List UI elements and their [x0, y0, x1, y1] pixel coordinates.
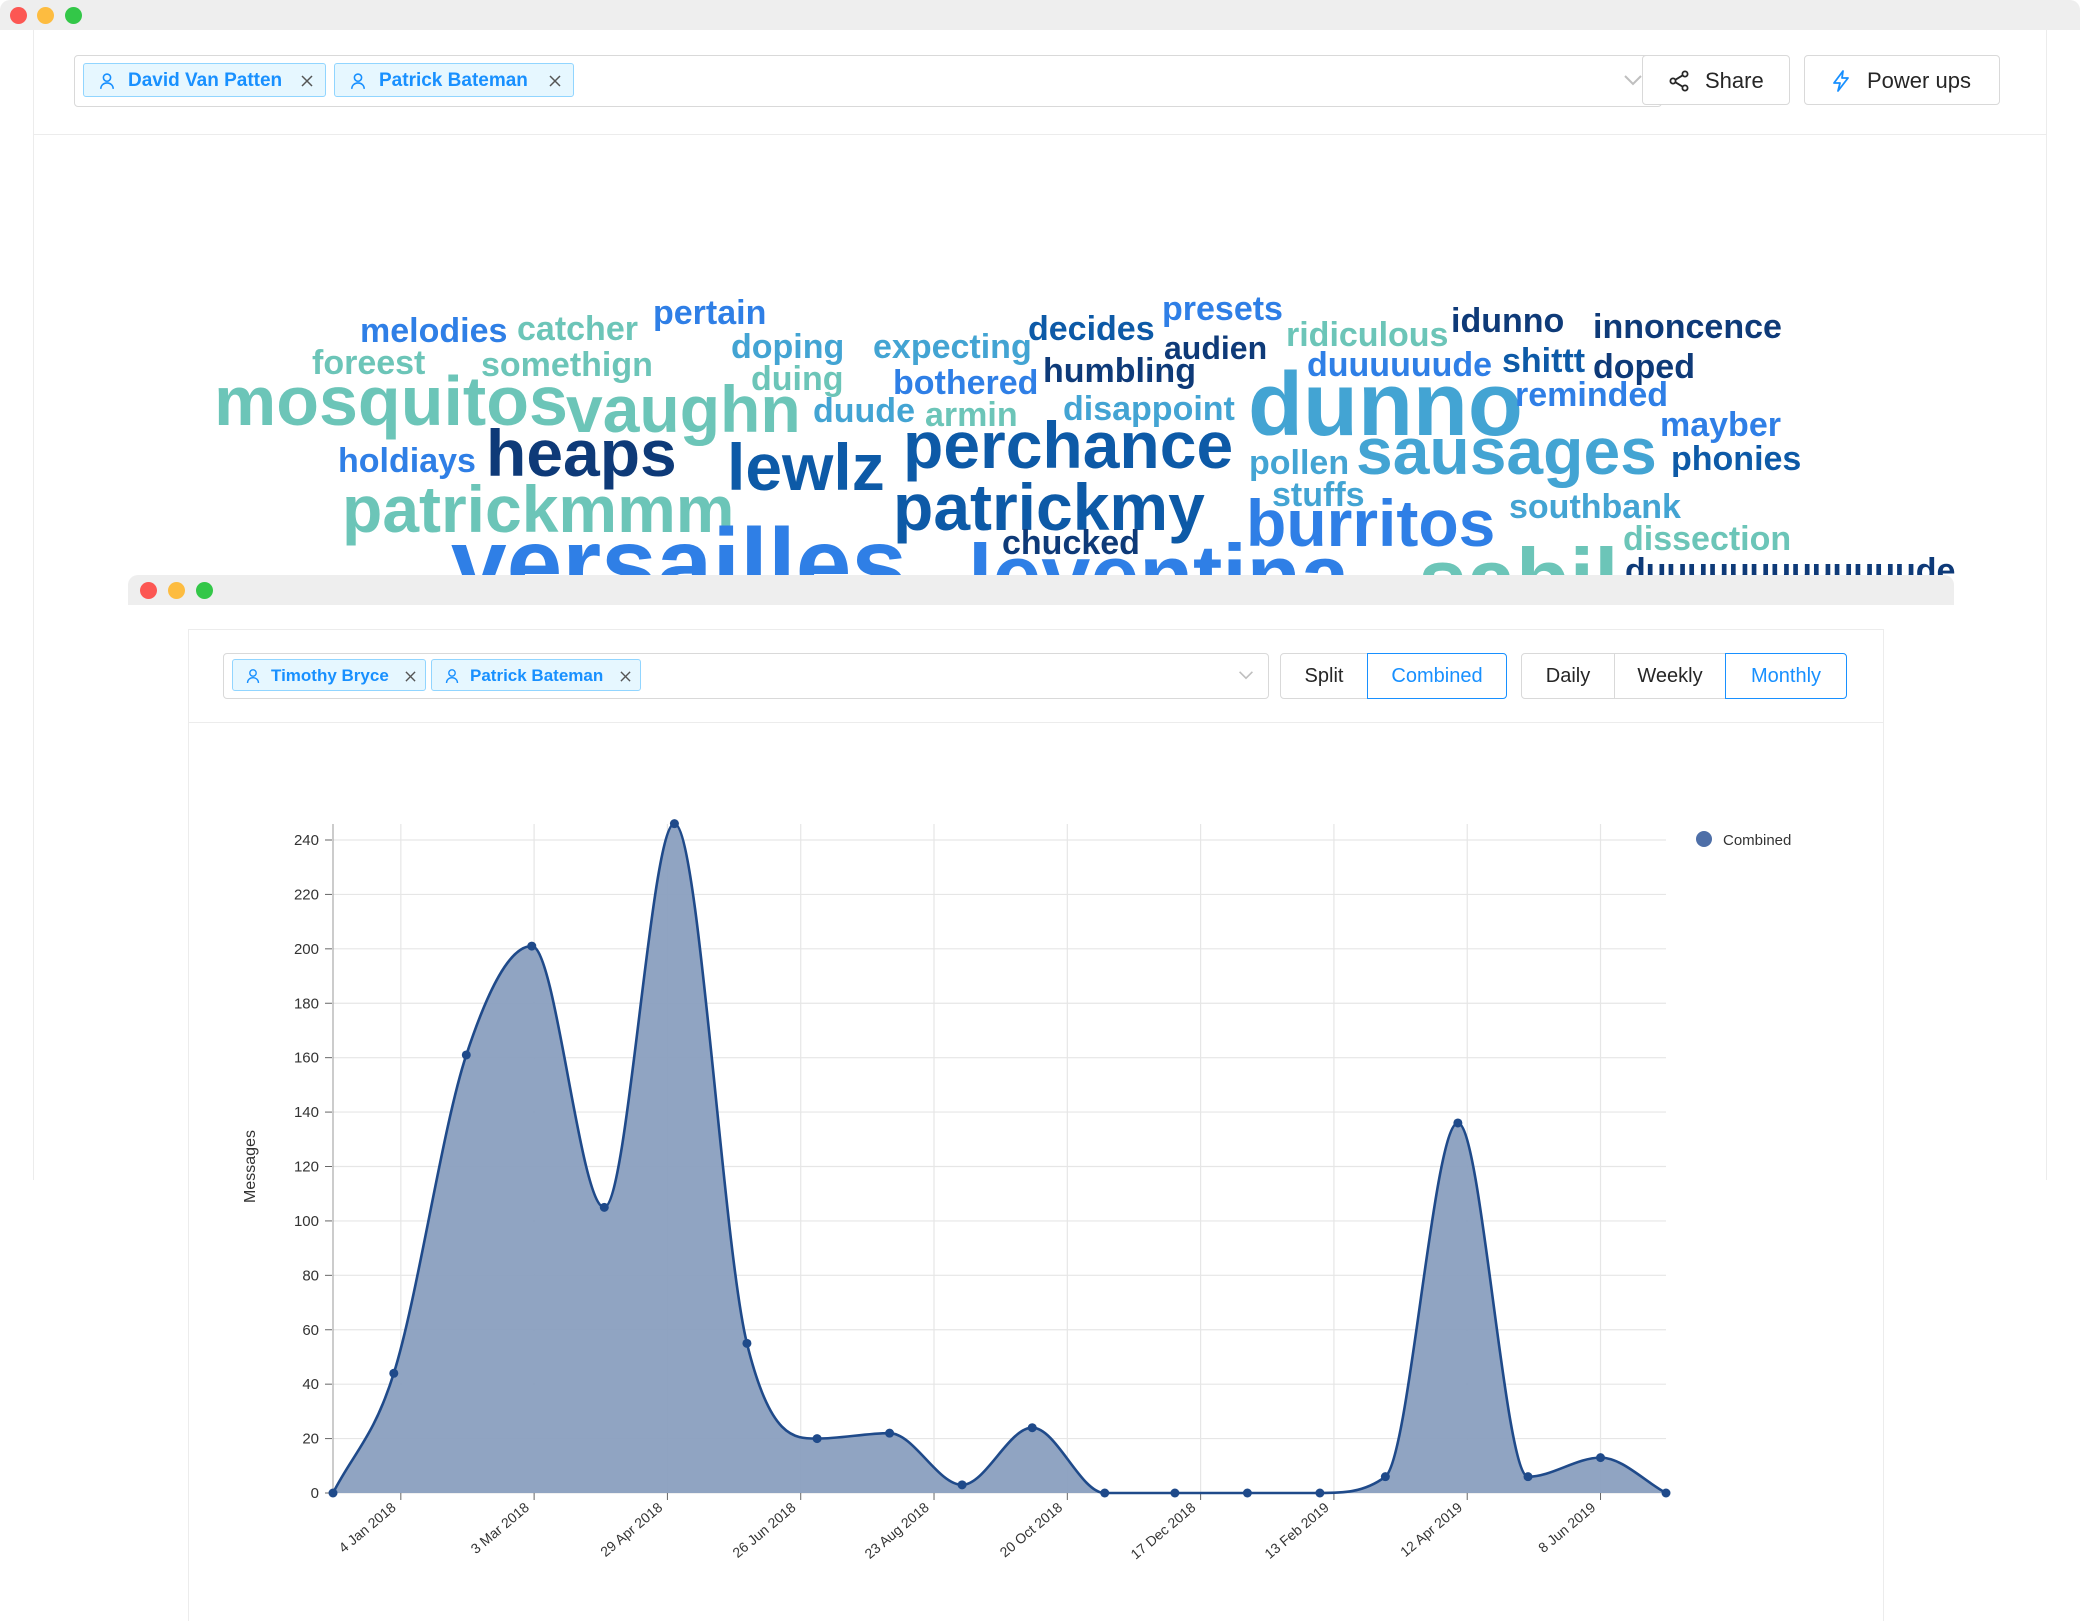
close-window-button[interactable] — [10, 7, 27, 24]
word-cloud-word: idunno — [1451, 302, 1565, 340]
word-cloud-word: reminded — [1515, 376, 1669, 414]
word-cloud-word: pertain — [653, 294, 767, 332]
window-titlebar — [0, 0, 2080, 30]
user-icon — [445, 669, 459, 684]
word-cloud-word: southbank — [1509, 488, 1681, 526]
view-mode-combined[interactable]: Combined — [1367, 653, 1507, 699]
share-button[interactable]: Share — [1642, 55, 1790, 105]
word-cloud-word: pollen — [1249, 444, 1350, 482]
word-cloud-word: mayber — [1660, 406, 1781, 444]
word-cloud-word: lewlz — [727, 430, 885, 504]
participant-tag: Timothy Bryce — [232, 659, 426, 691]
interval-daily[interactable]: Daily — [1521, 653, 1615, 699]
card-header: David Van Patten Patrick Bateman Share P… — [34, 30, 2046, 135]
power-ups-label: Power ups — [1867, 68, 1971, 93]
minimize-window-button[interactable] — [168, 582, 185, 599]
participant-tag-label: Patrick Bateman — [470, 666, 604, 685]
power-ups-button[interactable]: Power ups — [1804, 55, 2000, 105]
word-cloud-word: duude — [813, 392, 915, 430]
word-cloud-word: versailles — [451, 508, 907, 576]
chevron-down-icon[interactable] — [1623, 74, 1643, 86]
word-cloud-word: melodies — [360, 312, 508, 350]
word-cloud-word: doping — [731, 328, 845, 366]
user-icon — [351, 73, 365, 89]
word-cloud-word: catcher — [517, 310, 638, 348]
maximize-window-button[interactable] — [196, 582, 213, 599]
minimize-window-button[interactable] — [37, 7, 54, 24]
participant-tag-label: David Van Patten — [128, 70, 283, 91]
lightning-icon — [1833, 70, 1849, 92]
interval-weekly[interactable]: Weekly — [1614, 653, 1726, 699]
remove-tag-icon[interactable] — [405, 671, 416, 682]
word-cloud-word: leventina — [968, 526, 1350, 577]
user-icon — [100, 73, 114, 89]
chevron-down-icon[interactable] — [1238, 670, 1254, 680]
share-icon — [1669, 70, 1689, 92]
participant-tag: Patrick Bateman — [334, 63, 574, 97]
word-cloud-word: sabil — [1418, 536, 1619, 577]
user-icon — [246, 669, 260, 684]
participant-select[interactable]: David Van Patten Patrick Bateman — [74, 55, 1662, 107]
window-titlebar — [128, 575, 1954, 605]
remove-tag-icon[interactable] — [301, 75, 313, 87]
word-cloud-word: phonies — [1671, 440, 1802, 478]
word-cloud-word: duuuuuuuuuuuuude — [1625, 552, 1956, 576]
word-cloud-word: expecting — [873, 328, 1032, 366]
share-label: Share — [1705, 68, 1764, 93]
word-cloud-word: perchance — [903, 408, 1234, 482]
word-cloud-word: humbling — [1043, 352, 1196, 390]
close-window-button[interactable] — [140, 582, 157, 599]
participant-select[interactable]: Timothy Bryce Patrick Bateman — [223, 653, 1269, 699]
participant-tag: Patrick Bateman — [431, 659, 641, 691]
participant-tag: David Van Patten — [83, 63, 326, 97]
word-cloud-word: presets — [1162, 290, 1283, 328]
maximize-window-button[interactable] — [65, 7, 82, 24]
word-cloud-word: decides — [1028, 310, 1155, 348]
remove-tag-icon[interactable] — [620, 671, 631, 682]
word-cloud-word: sausages — [1356, 414, 1657, 488]
word-cloud-word: dissection — [1623, 520, 1792, 558]
interval-monthly[interactable]: Monthly — [1725, 653, 1847, 699]
card-header: Timothy Bryce Patrick Bateman Split Comb… — [189, 630, 1883, 723]
chart-card: Timothy Bryce Patrick Bateman Split Comb… — [188, 629, 1884, 1621]
chart-window: Timothy Bryce Patrick Bateman Split Comb… — [128, 575, 1954, 1621]
word-cloud-word: innoncence — [1593, 308, 1782, 346]
remove-tag-icon[interactable] — [549, 75, 561, 87]
participant-tag-label: Patrick Bateman — [379, 70, 528, 91]
view-mode-split[interactable]: Split — [1280, 653, 1368, 699]
word-cloud: melodies catcher pertain doping expecting dec… — [33, 270, 2045, 576]
participant-tag-label: Timothy Bryce — [271, 666, 389, 685]
